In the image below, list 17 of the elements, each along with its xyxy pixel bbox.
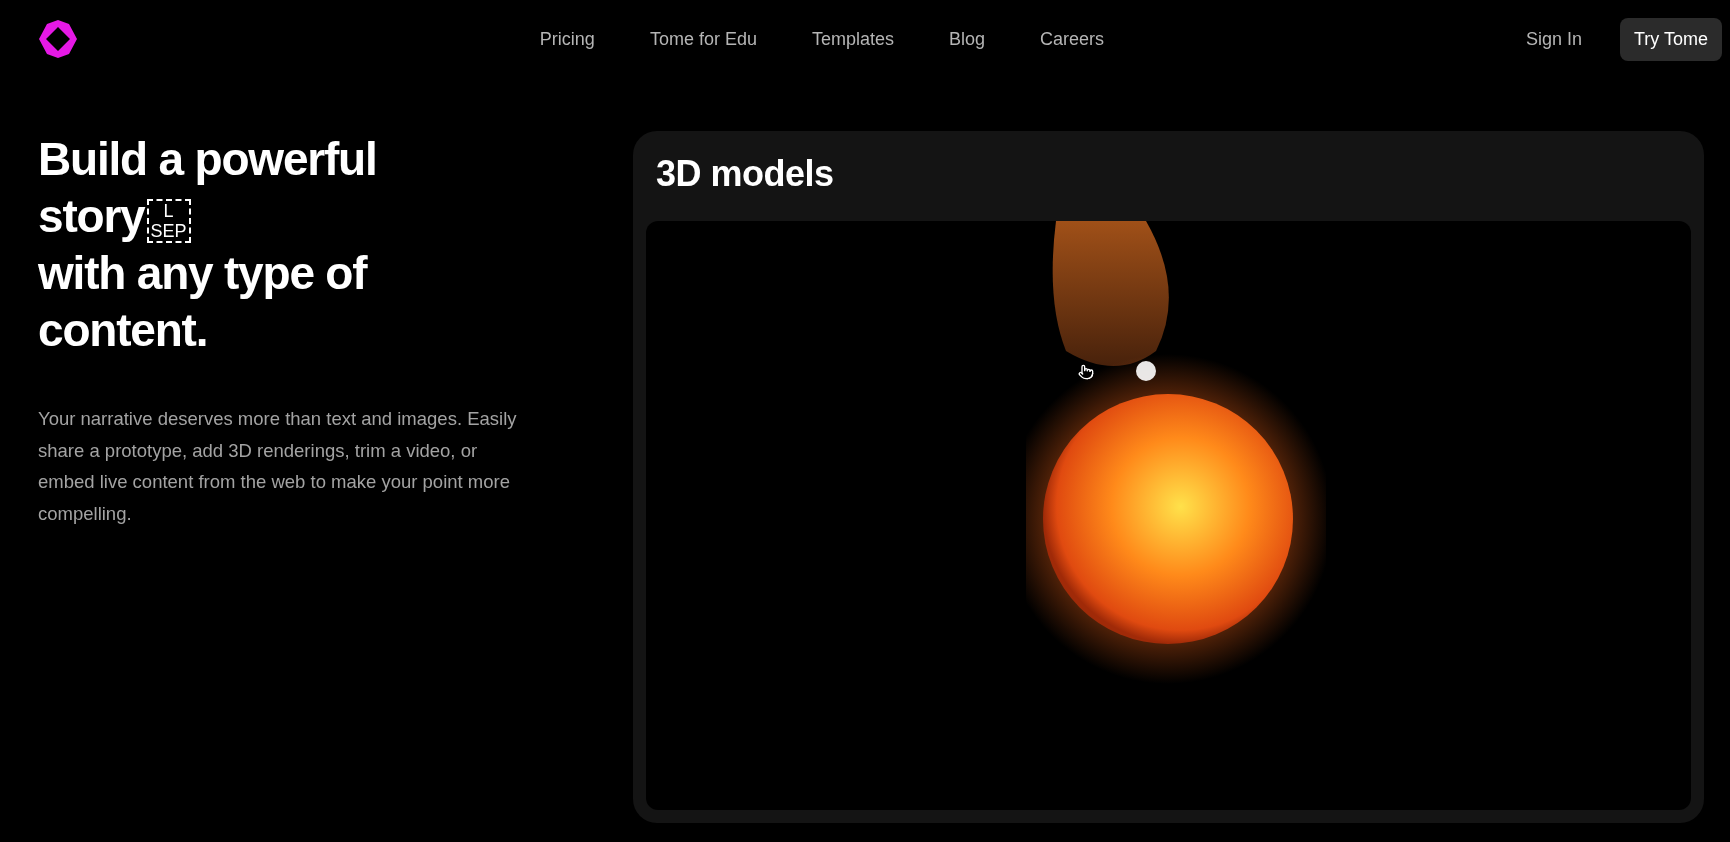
headline-text: story: [38, 189, 145, 244]
nav-link[interactable]: Tome for Edu: [649, 28, 757, 50]
headline-text: with any type of: [38, 246, 367, 301]
model-viewer[interactable]: [646, 221, 1691, 810]
sign-in-link[interactable]: Sign In: [1525, 28, 1582, 50]
logo-icon[interactable]: [38, 19, 78, 59]
card-title: 3D models: [655, 152, 835, 196]
nav-link[interactable]: Pricing: [539, 28, 595, 50]
nav-link[interactable]: Templates: [811, 28, 894, 50]
line-separator-glyph: L SEP: [146, 198, 191, 243]
nav-link[interactable]: Careers: [1040, 28, 1105, 50]
hand-cursor-icon: [1078, 364, 1094, 380]
nav-link[interactable]: Blog: [949, 28, 986, 50]
headline-text: Build a powerful: [38, 132, 377, 187]
try-button[interactable]: Try Tome: [1620, 17, 1722, 61]
hero-description: Your narrative deserves more than text and images. Easily share a prototype, add 3D renderings, trim a video, or embed live content from the web to make your point more compelling.: [38, 407, 518, 526]
headline-text: content.: [38, 303, 208, 358]
